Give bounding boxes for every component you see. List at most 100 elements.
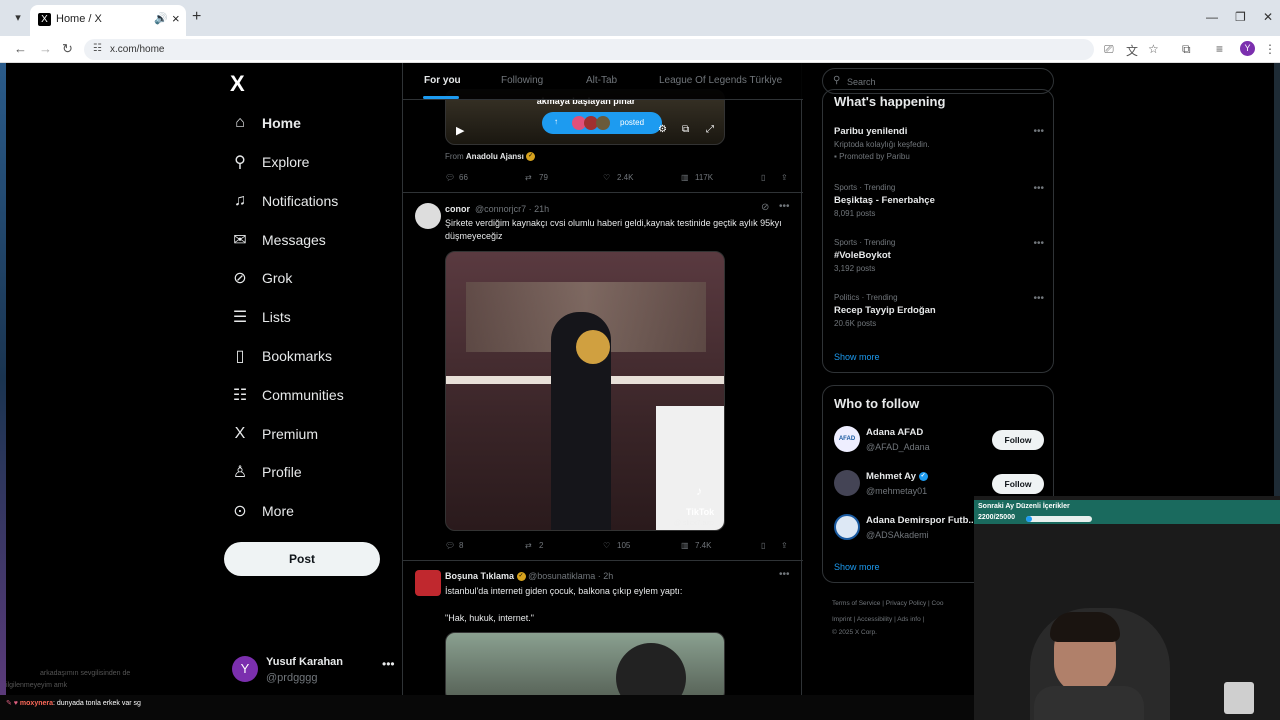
more-dots-icon[interactable]: ••• xyxy=(1033,293,1044,304)
tab-following[interactable]: Following xyxy=(501,75,543,86)
suggestion-handle: @mehmetay01 xyxy=(866,486,928,496)
url-field[interactable]: ☷ x.com/home xyxy=(84,39,1094,60)
sidebar-item-more[interactable]: ⊙ More xyxy=(226,496,396,526)
share-icon[interactable]: ⇪ xyxy=(781,541,788,550)
views-icon[interactable]: ▥ xyxy=(681,541,689,550)
footer-link[interactable]: Terms of Service xyxy=(832,600,880,607)
sidebar-item-bookmarks[interactable]: ▯ Bookmarks xyxy=(226,341,396,371)
like-icon[interactable]: ♡ xyxy=(603,541,610,550)
close-tab-icon[interactable]: × xyxy=(172,11,180,26)
author-handle[interactable]: @bosunatiklama · 2h xyxy=(528,571,613,581)
new-tab-button[interactable]: + xyxy=(192,8,201,26)
footer-link[interactable]: Ads info xyxy=(897,616,921,623)
x-logo-icon[interactable]: X xyxy=(230,71,245,97)
address-bar: ← → ↻ ☷ x.com/home ⎚ 文 ☆ ⧉ ≡ Y ⋮ xyxy=(0,36,1280,63)
browser-tab[interactable]: X Home / X 🔊 × xyxy=(30,5,186,36)
more-dots-icon[interactable]: ••• xyxy=(382,657,395,671)
bookmark-icon[interactable]: ▯ xyxy=(761,173,765,182)
post-button[interactable]: Post xyxy=(224,542,380,576)
reply-icon[interactable]: 💬︎ xyxy=(445,173,455,182)
play-icon[interactable]: ▶ xyxy=(456,124,464,137)
more-dots-icon[interactable]: ••• xyxy=(1033,126,1044,137)
suggestion-name: Adana AFAD xyxy=(866,427,924,438)
minimize-icon[interactable]: — xyxy=(1206,10,1218,24)
show-more-link[interactable]: Show more xyxy=(834,562,880,572)
fullscreen-icon[interactable]: ⤢ xyxy=(706,124,714,135)
repost-icon[interactable]: ⇄ xyxy=(525,541,532,550)
tab-for-you[interactable]: For you xyxy=(424,75,461,86)
follow-suggestion[interactable]: AFAD Adana AFAD @AFAD_Adana Follow xyxy=(834,426,1044,456)
audio-playing-icon[interactable]: 🔊 xyxy=(154,12,168,25)
tab-league-of-legends[interactable]: League Of Legends Türkiye xyxy=(659,75,782,86)
views-icon[interactable]: ▥ xyxy=(681,173,689,182)
extensions-icon[interactable]: ⧉ xyxy=(1182,42,1191,57)
person-icon: ♙ xyxy=(232,464,248,481)
back-icon[interactable]: ← xyxy=(14,41,27,56)
sidebar-item-communities[interactable]: ☷ Communities xyxy=(226,380,396,410)
settings-icon[interactable]: ⚙ xyxy=(658,124,667,135)
trend-meta: Sports · Trending xyxy=(834,238,896,247)
trend-item[interactable]: Paribu yenilendi Kriptoda kolaylığı keşf… xyxy=(834,126,1044,161)
tweet-image[interactable] xyxy=(445,632,725,695)
search-input[interactable]: ⚲ Search xyxy=(822,68,1054,94)
pip-icon[interactable]: ⧉ xyxy=(682,124,689,135)
sidebar-item-profile[interactable]: ♙ Profile xyxy=(226,457,396,487)
footer-link[interactable]: Imprint xyxy=(832,616,852,623)
more-dots-icon[interactable]: ••• xyxy=(779,201,790,212)
sidebar-item-grok[interactable]: ⊘ Grok xyxy=(226,263,396,293)
star-icon[interactable]: ☆ xyxy=(1148,42,1159,56)
restore-icon[interactable]: ❐ xyxy=(1235,10,1246,24)
footer-sep: | xyxy=(894,616,896,623)
sidebar-item-explore[interactable]: ⚲ Explore xyxy=(226,147,396,177)
new-posts-pill[interactable]: ↑ posted xyxy=(542,112,662,134)
chat-username: moxynera xyxy=(19,700,53,707)
more-dots-icon[interactable]: ••• xyxy=(1033,238,1044,249)
footer-link[interactable]: Accessibility xyxy=(857,616,892,623)
author-handle[interactable]: @connorjcr7 · 21h xyxy=(475,204,549,214)
trend-subtitle: Kriptoda kolaylığı keşfedin. xyxy=(834,140,930,149)
grok-icon[interactable]: ⊘ xyxy=(761,202,769,213)
trend-item[interactable]: Sports · Trending #VoleBoykot 3,192 post… xyxy=(834,238,1044,273)
like-icon[interactable]: ♡ xyxy=(603,173,610,182)
show-more-link[interactable]: Show more xyxy=(834,352,880,362)
forward-icon[interactable]: → xyxy=(39,41,52,56)
tweet-video[interactable]: ♪ TikTok @ slicx7.axp xyxy=(445,251,725,531)
reload-icon[interactable]: ↻ xyxy=(62,41,73,57)
footer-link[interactable]: Coo xyxy=(932,600,944,607)
follow-button[interactable]: Follow xyxy=(992,430,1044,450)
more-dots-icon[interactable]: ••• xyxy=(1033,183,1044,194)
sidebar-item-notifications[interactable]: ♫ Notifications xyxy=(226,186,396,216)
source-link[interactable]: Anadolu Ajansı xyxy=(466,152,524,161)
account-name: Yusuf Karahan xyxy=(266,656,344,668)
sidebar-item-lists[interactable]: ☰ Lists xyxy=(226,302,396,332)
reply-icon[interactable]: 💬︎ xyxy=(445,541,455,550)
author-name[interactable]: Boşuna Tıklama xyxy=(445,571,514,581)
window-close-icon[interactable]: ✕ xyxy=(1263,10,1273,24)
account-switcher[interactable]: Y Yusuf Karahan @prdgggg ••• xyxy=(232,653,402,689)
trend-item[interactable]: Politics · Trending Recep Tayyip Erdoğan… xyxy=(834,293,1044,328)
footer-link[interactable]: Privacy Policy xyxy=(886,600,926,607)
translate-icon[interactable]: 文 xyxy=(1126,42,1138,59)
tab-search-icon[interactable]: ▾ xyxy=(10,10,26,26)
author-name[interactable]: conor xyxy=(445,204,470,214)
menu-kebab-icon[interactable]: ⋮ xyxy=(1264,42,1276,56)
footer-links: Terms of Service | Privacy Policy | Coo xyxy=(832,600,943,607)
sidebar-item-messages[interactable]: ✉ Messages xyxy=(226,225,396,255)
browser-profile-avatar[interactable]: Y xyxy=(1240,41,1255,56)
more-dots-icon[interactable]: ••• xyxy=(779,569,790,580)
follow-button[interactable]: Follow xyxy=(992,474,1044,494)
avatar[interactable] xyxy=(415,203,441,229)
bookmark-icon[interactable]: ▯ xyxy=(761,541,765,550)
share-icon[interactable]: ⇪ xyxy=(781,173,788,182)
repost-icon[interactable]: ⇄ xyxy=(525,173,532,182)
avatar[interactable] xyxy=(415,570,441,596)
cast-icon[interactable]: ⎚ xyxy=(1104,42,1114,57)
tab-alt-tab[interactable]: Alt-Tab xyxy=(586,75,617,86)
reply-count: 66 xyxy=(459,173,468,182)
trend-item[interactable]: Sports · Trending Beşiktaş - Fenerbahçe … xyxy=(834,183,1044,218)
site-info-icon[interactable]: ☷ xyxy=(93,43,102,54)
media-controls-icon[interactable]: ≡ xyxy=(1216,42,1223,56)
avatar: Y xyxy=(232,656,258,682)
sidebar-item-premium[interactable]: X Premium xyxy=(226,419,396,449)
sidebar-item-home[interactable]: ⌂ Home xyxy=(226,108,396,138)
